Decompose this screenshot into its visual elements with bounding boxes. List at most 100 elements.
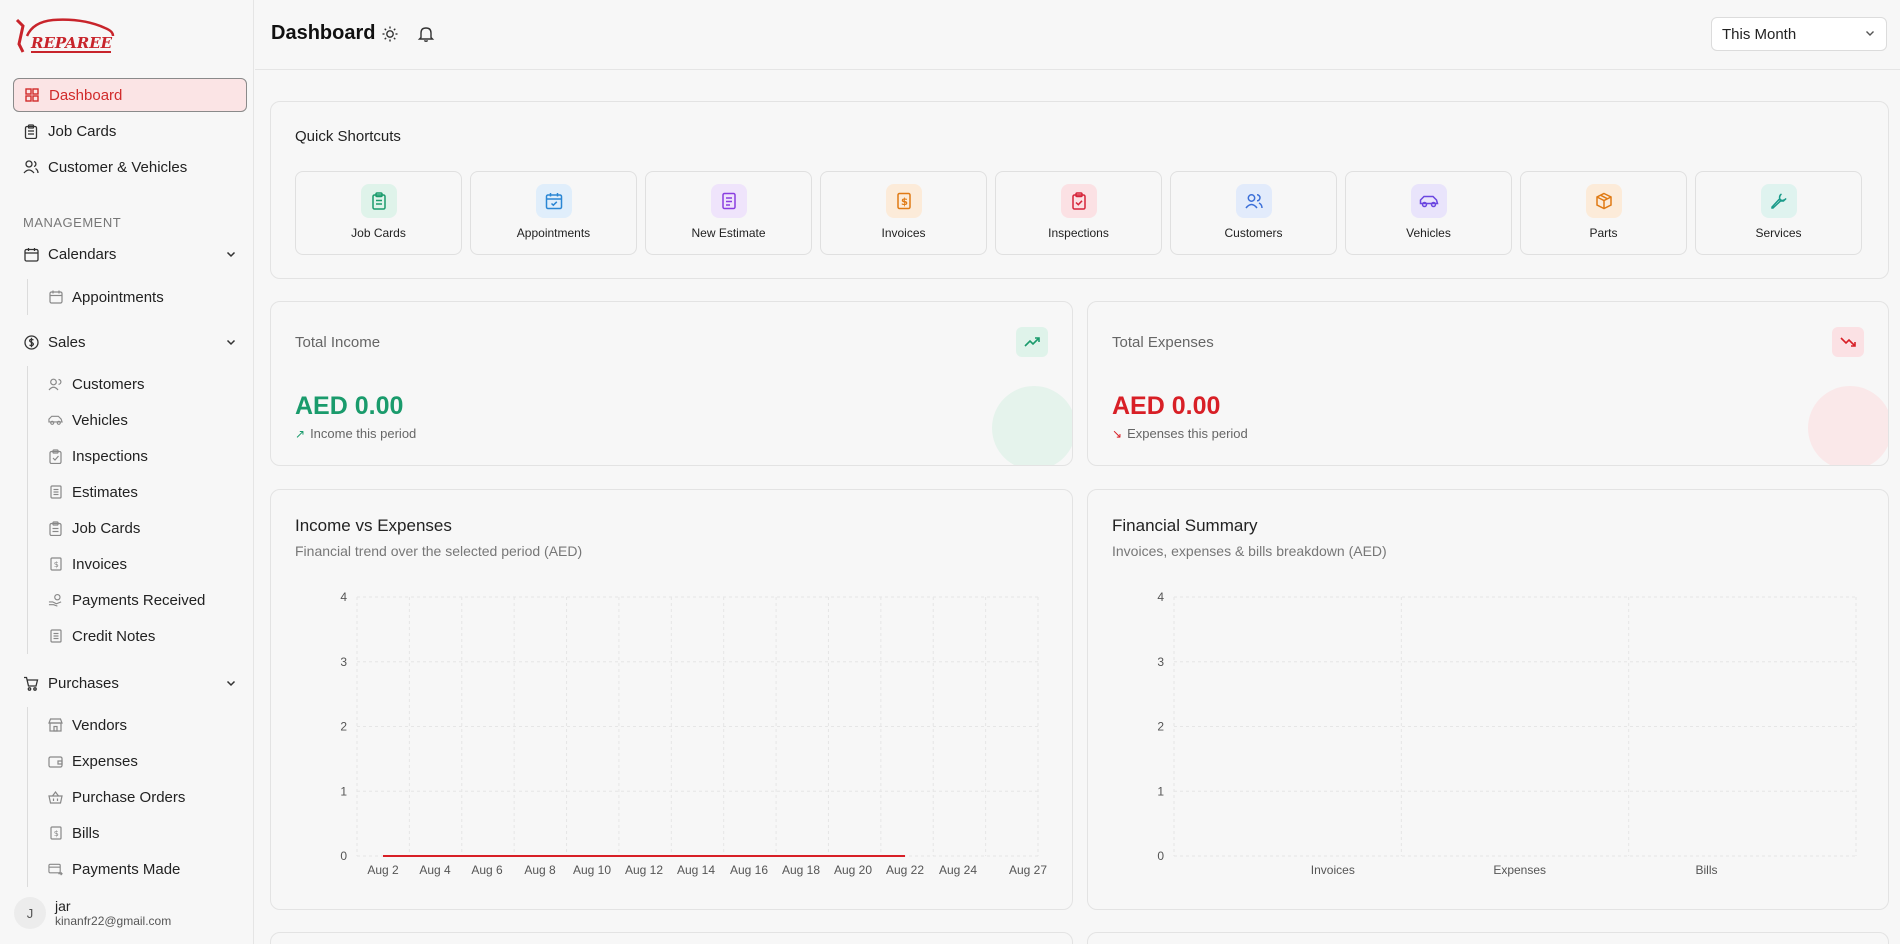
shortcut-services[interactable]: Services [1695, 171, 1862, 255]
primary-nav: Dashboard Job Cards Customer & Vehicles [13, 78, 247, 186]
hand-coins-icon [48, 593, 63, 608]
reparee-logo[interactable]: REPAREE [13, 14, 117, 56]
kpi-subtitle: ↘ Expenses this period [1112, 426, 1248, 441]
sidebar-item-label: Credit Notes [72, 627, 156, 645]
income-expenses-line-chart: 0 1 2 3 4 Aug 2 Aug 4 Aug 6 Aug 8 Aug 10 Aug 12 Aug… [340, 590, 1047, 877]
shortcut-invoices[interactable]: $ Invoices [820, 171, 987, 255]
clipboard-icon [23, 123, 39, 139]
users-icon [1235, 184, 1272, 218]
kpi-subtitle-text: Income this period [310, 426, 417, 441]
document-icon [48, 485, 63, 500]
shortcut-customers[interactable]: Customers [1170, 171, 1337, 255]
sidebar-item-job-cards[interactable]: Job Cards [13, 114, 247, 148]
y-tick-label: 4 [1157, 590, 1164, 604]
trending-down-icon [1832, 327, 1864, 357]
bell-icon[interactable] [417, 25, 435, 43]
clipboard-check-icon [48, 448, 63, 464]
user-profile[interactable]: J jar kinanfr22@gmail.com [14, 893, 248, 933]
sidebar-group-label: Sales [48, 333, 86, 351]
sidebar-item-credit-notes[interactable]: Credit Notes [28, 618, 247, 654]
calendars-submenu: Appointments [27, 279, 247, 315]
sidebar-item-vehicles[interactable]: Vehicles [28, 402, 247, 438]
y-tick-label: 3 [1157, 655, 1164, 669]
y-tick-label: 1 [340, 784, 347, 798]
sidebar-item-customers[interactable]: Customers [28, 366, 247, 402]
sidebar-group-sales[interactable]: Sales [13, 325, 247, 359]
dollar-circle-icon [23, 334, 39, 350]
sidebar-item-label: Job Cards [72, 519, 141, 537]
sidebar-item-label: Customers [72, 375, 145, 393]
car-icon [1410, 184, 1447, 218]
sidebar-item-purchase-orders[interactable]: Purchase Orders [28, 779, 247, 815]
trending-up-icon [1016, 327, 1048, 357]
sidebar-item-estimates[interactable]: Estimates [28, 474, 247, 510]
sidebar: REPAREE Dashboard Job Cards Customer & V… [0, 0, 254, 944]
clipboard-icon [48, 520, 63, 536]
sidebar-item-label: Customer & Vehicles [48, 158, 188, 176]
purchases-submenu: Vendors Expenses Purchase Orders $ Bills… [27, 707, 247, 887]
sidebar-item-label: Bills [72, 824, 100, 842]
sidebar-item-payments-received[interactable]: Payments Received [28, 582, 247, 618]
document-icon [48, 629, 63, 644]
x-tick-label: Aug 8 [524, 863, 556, 877]
user-email: kinanfr22@gmail.com [55, 914, 172, 928]
period-select[interactable]: This Month [1711, 17, 1887, 51]
sidebar-item-invoices[interactable]: $ Invoices [28, 546, 247, 582]
sidebar-item-label: Appointments [72, 288, 164, 306]
shortcut-label: Customers [1224, 226, 1283, 240]
x-tick-label: Aug 20 [834, 863, 872, 877]
x-tick-label: Aug 27 [1009, 863, 1047, 877]
quick-shortcuts-card: Quick Shortcuts Job Cards Appointments N… [270, 101, 1889, 279]
x-tick-label: Aug 10 [573, 863, 611, 877]
users-icon [48, 377, 63, 392]
sidebar-item-label: Job Cards [48, 122, 117, 140]
svg-text:REPAREE: REPAREE [30, 34, 113, 52]
shortcut-inspections[interactable]: Inspections [995, 171, 1162, 255]
x-tick-label: Aug 16 [730, 863, 768, 877]
total-income-card: Total Income AED 0.00 ↗ Income this peri… [270, 301, 1073, 466]
svg-text:$: $ [53, 560, 58, 569]
top-header: Dashboard This Month [255, 0, 1900, 70]
y-tick-label: 0 [340, 849, 347, 863]
shortcut-appointments[interactable]: Appointments [470, 171, 637, 255]
clipboard-list-icon [360, 184, 397, 218]
sidebar-item-customer-vehicles[interactable]: Customer & Vehicles [13, 150, 247, 184]
sun-icon[interactable] [381, 25, 399, 43]
x-tick-label: Aug 22 [886, 863, 924, 877]
calendar-check-icon [535, 184, 572, 218]
basket-icon [48, 790, 63, 805]
x-tick-label: Invoices [1311, 863, 1355, 877]
sidebar-group-label: Purchases [48, 674, 119, 692]
sidebar-item-bills[interactable]: $ Bills [28, 815, 247, 851]
shortcut-vehicles[interactable]: Vehicles [1345, 171, 1512, 255]
y-tick-label: 3 [340, 655, 347, 669]
sidebar-group-calendars[interactable]: Calendars [13, 237, 247, 271]
shortcut-job-cards[interactable]: Job Cards [295, 171, 462, 255]
sidebar-item-expenses[interactable]: Expenses [28, 743, 247, 779]
file-text-icon [710, 184, 747, 218]
sidebar-group-purchases[interactable]: Purchases [13, 666, 247, 700]
sidebar-item-payments-made[interactable]: Payments Made [28, 851, 247, 887]
sidebar-item-label: Estimates [72, 483, 138, 501]
sidebar-item-label: Expenses [72, 752, 138, 770]
shortcut-new-estimate[interactable]: New Estimate [645, 171, 812, 255]
users-icon [23, 159, 39, 175]
chevron-down-icon [225, 247, 237, 259]
sidebar-item-job-cards-sales[interactable]: Job Cards [28, 510, 247, 546]
kpi-value: AED 0.00 [1112, 392, 1221, 420]
shortcut-label: New Estimate [691, 226, 766, 240]
sidebar-item-vendors[interactable]: Vendors [28, 707, 247, 743]
kpi-value: AED 0.00 [295, 392, 404, 420]
sidebar-item-appointments[interactable]: Appointments [28, 279, 247, 315]
period-select-value: This Month [1722, 25, 1797, 43]
kpi-title: Total Income [295, 334, 381, 351]
sidebar-item-inspections[interactable]: Inspections [28, 438, 247, 474]
lower-card-right [1087, 932, 1889, 944]
wallet-icon [48, 754, 63, 769]
shortcut-parts[interactable]: Parts [1520, 171, 1687, 255]
decorative-circle [992, 386, 1072, 465]
sidebar-item-dashboard[interactable]: Dashboard [13, 78, 247, 112]
shortcut-label: Services [1755, 226, 1802, 240]
package-icon [1585, 184, 1622, 218]
income-vs-expenses-card: Income vs Expenses Financial trend over … [270, 489, 1073, 910]
